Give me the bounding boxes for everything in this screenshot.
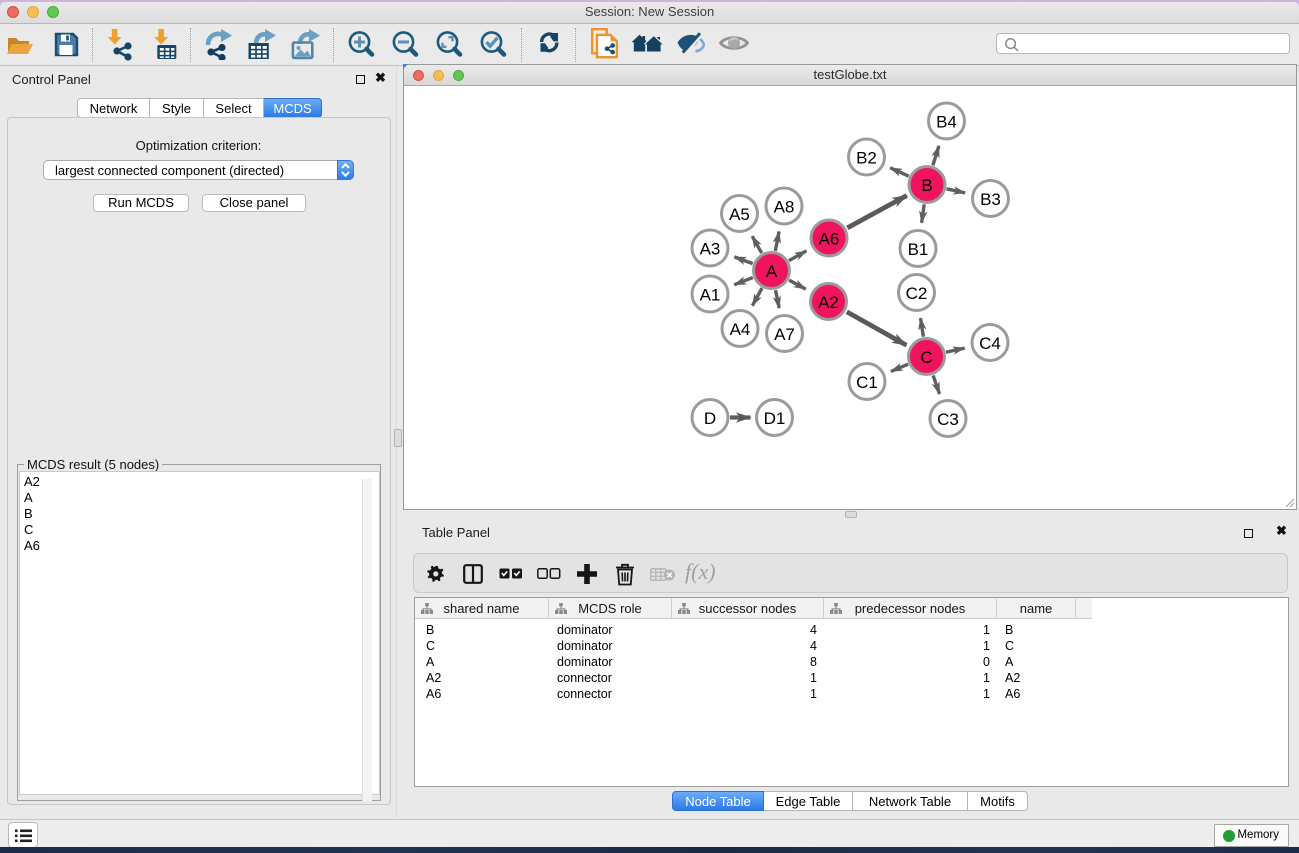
svg-text:B1: B1 (908, 240, 929, 259)
svg-text:A: A (766, 262, 778, 281)
svg-text:A7: A7 (774, 325, 795, 344)
svg-text:C: C (920, 348, 932, 367)
svg-text:A4: A4 (730, 320, 751, 339)
svg-text:C2: C2 (906, 284, 928, 303)
svg-text:C4: C4 (979, 334, 1001, 353)
svg-text:A5: A5 (729, 205, 750, 224)
svg-text:A3: A3 (700, 240, 721, 259)
svg-text:B: B (921, 176, 932, 195)
svg-text:C3: C3 (937, 410, 959, 429)
svg-text:B3: B3 (980, 190, 1001, 209)
svg-text:A6: A6 (819, 230, 840, 249)
svg-text:D1: D1 (764, 409, 786, 428)
svg-text:A2: A2 (818, 293, 839, 312)
svg-text:A8: A8 (774, 198, 795, 217)
svg-text:C1: C1 (856, 373, 878, 392)
svg-text:D: D (704, 409, 716, 428)
svg-text:B2: B2 (856, 149, 877, 168)
svg-text:A1: A1 (700, 286, 721, 305)
svg-text:B4: B4 (936, 113, 957, 132)
